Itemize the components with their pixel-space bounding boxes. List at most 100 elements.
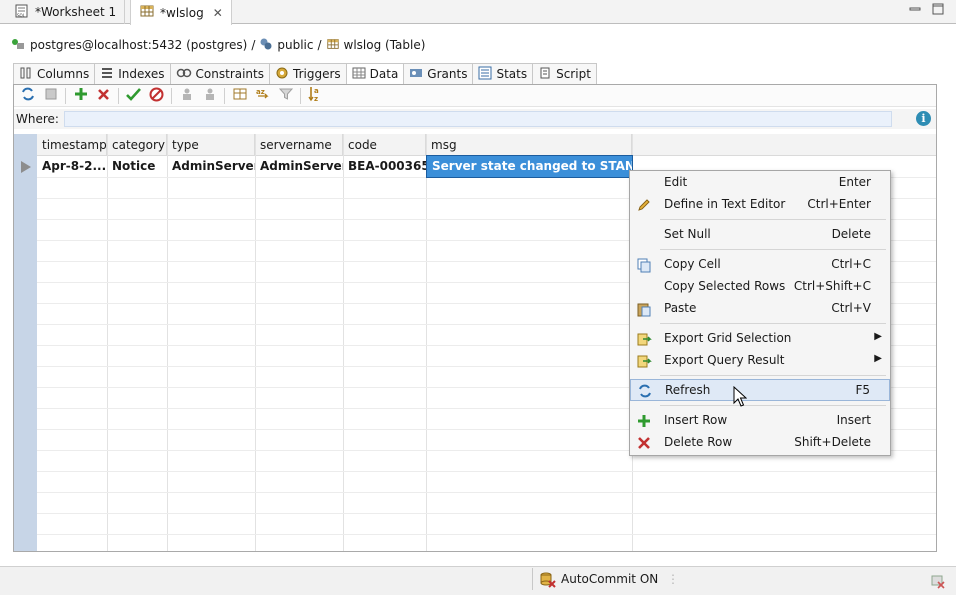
menu-item-delete-row[interactable]: Delete Row Shift+Delete bbox=[630, 432, 890, 454]
breadcrumb-connection[interactable]: postgres@localhost:5432 (postgres) bbox=[30, 38, 247, 52]
cancel-fetch-button[interactable] bbox=[39, 86, 62, 106]
column-header-timestamp[interactable]: timestamp bbox=[37, 134, 107, 156]
grants-icon bbox=[409, 66, 423, 83]
tab-worksheet[interactable]: SQL *Worksheet 1 bbox=[6, 0, 126, 24]
indexes-icon bbox=[100, 66, 114, 83]
menu-item-label: Edit bbox=[664, 175, 688, 189]
tab-data[interactable]: Data bbox=[346, 64, 405, 84]
plus-icon bbox=[74, 87, 88, 104]
sort-descending-button[interactable]: az bbox=[304, 86, 327, 106]
menu-item-copy-cell[interactable]: Copy Cell Ctrl+C bbox=[630, 254, 890, 276]
menu-item-label: Copy Cell bbox=[664, 257, 721, 271]
row-header-column bbox=[14, 134, 37, 551]
tab-label: Constraints bbox=[195, 67, 264, 81]
menu-separator bbox=[660, 249, 886, 250]
status-bar bbox=[0, 566, 956, 595]
breadcrumb-object[interactable]: wlslog (Table) bbox=[344, 38, 426, 52]
breadcrumb-separator: / bbox=[317, 38, 322, 52]
column-width-button[interactable] bbox=[228, 86, 251, 106]
menu-item-refresh[interactable]: Refresh F5 bbox=[630, 379, 890, 401]
tab-label: Grants bbox=[427, 67, 468, 81]
column-header-servername[interactable]: servername bbox=[255, 134, 343, 156]
unlock-button[interactable] bbox=[198, 86, 221, 106]
table-cell[interactable]: Notice bbox=[107, 156, 167, 177]
menu-item-label: Set Null bbox=[664, 227, 711, 241]
export-icon bbox=[636, 331, 652, 347]
table-cell[interactable]: AdminServer bbox=[167, 156, 255, 177]
filter-icon bbox=[278, 87, 293, 104]
column-header-code[interactable]: code bbox=[343, 134, 426, 156]
filter-button[interactable] bbox=[274, 86, 297, 106]
tab-label: Indexes bbox=[118, 67, 165, 81]
constraints-icon bbox=[176, 66, 192, 83]
plus-icon bbox=[636, 413, 652, 429]
checkmark-icon bbox=[126, 87, 141, 104]
column-header-type[interactable]: type bbox=[167, 134, 255, 156]
toolbar-separator bbox=[118, 87, 119, 104]
triggers-icon bbox=[275, 66, 289, 83]
rollback-button[interactable] bbox=[145, 86, 168, 106]
tab-constraints[interactable]: Constraints bbox=[170, 64, 270, 84]
table-cell[interactable]: Apr-8-2... bbox=[37, 156, 107, 177]
menu-item-shortcut: Ctrl+C bbox=[831, 257, 871, 271]
delete-x-icon bbox=[97, 88, 110, 104]
close-tab-icon[interactable]: ✕ bbox=[213, 6, 223, 20]
column-header-category[interactable]: category bbox=[107, 134, 167, 156]
menu-item-label: Delete Row bbox=[664, 435, 733, 449]
delete-row-button[interactable] bbox=[92, 86, 115, 106]
refresh-button[interactable] bbox=[16, 86, 39, 106]
menu-item-edit[interactable]: Edit Enter bbox=[630, 172, 890, 194]
refresh-icon bbox=[20, 86, 36, 105]
tab-columns[interactable]: Columns bbox=[14, 64, 96, 84]
insert-row-button[interactable] bbox=[69, 86, 92, 106]
where-input[interactable] bbox=[64, 111, 892, 127]
delete-x-icon bbox=[636, 435, 652, 451]
commit-button[interactable] bbox=[122, 86, 145, 106]
maximize-icon[interactable] bbox=[932, 3, 944, 15]
minimize-icon[interactable] bbox=[909, 3, 921, 15]
grid-line bbox=[167, 134, 168, 551]
tab-stats[interactable]: Stats bbox=[473, 64, 534, 84]
menu-item-shortcut: F5 bbox=[855, 383, 870, 397]
sort-button[interactable]: az bbox=[251, 86, 274, 106]
lock-button[interactable] bbox=[175, 86, 198, 106]
menu-item-insert-row[interactable]: Insert Row Insert bbox=[630, 410, 890, 432]
tab-grants[interactable]: Grants bbox=[404, 64, 474, 84]
sort-az-icon: az bbox=[255, 86, 271, 105]
menu-item-copy-selected-rows[interactable]: Copy Selected Rows Ctrl+Shift+C bbox=[630, 276, 890, 298]
autocommit-status[interactable]: AutoCommit ON bbox=[561, 572, 658, 586]
columns-icon bbox=[19, 66, 33, 83]
menu-item-label: Export Grid Selection bbox=[664, 331, 792, 345]
info-icon[interactable]: i bbox=[916, 111, 931, 126]
menu-item-set-null[interactable]: Set Null Delete bbox=[630, 224, 890, 246]
menu-item-shortcut: Ctrl+Enter bbox=[807, 197, 871, 211]
tab-label: Triggers bbox=[293, 67, 341, 81]
export-icon bbox=[636, 353, 652, 369]
tab-indexes[interactable]: Indexes bbox=[95, 64, 171, 84]
paste-icon bbox=[636, 301, 652, 317]
grid-line bbox=[343, 134, 344, 551]
column-header-msg[interactable]: msg bbox=[426, 134, 632, 156]
table-cell[interactable]: BEA-000365 bbox=[343, 156, 426, 177]
selected-cell[interactable]: Server state changed to STANDBY bbox=[426, 155, 633, 178]
tab-triggers[interactable]: Triggers bbox=[270, 64, 347, 84]
grid-line bbox=[426, 134, 427, 551]
menu-item-export-grid-selection[interactable]: Export Grid Selection ▶ bbox=[630, 328, 890, 350]
mouse-cursor-icon bbox=[733, 385, 748, 411]
menu-separator bbox=[660, 405, 886, 406]
menu-item-label: Paste bbox=[664, 301, 697, 315]
current-row-arrow-icon bbox=[19, 160, 33, 177]
table-cell[interactable]: AdminServer bbox=[255, 156, 343, 177]
tab-script[interactable]: Script bbox=[533, 64, 597, 84]
schema-icon bbox=[259, 37, 273, 54]
copy-icon bbox=[636, 257, 652, 273]
breadcrumb: postgres@localhost:5432 (postgres) / pub… bbox=[10, 36, 425, 54]
tab-label: Script bbox=[556, 67, 591, 81]
tab-wlslog[interactable]: *wlslog ✕ bbox=[130, 0, 232, 25]
breadcrumb-schema[interactable]: public bbox=[277, 38, 313, 52]
tab-label: Stats bbox=[496, 67, 528, 81]
connection-icon bbox=[10, 36, 26, 55]
menu-item-paste[interactable]: Paste Ctrl+V bbox=[630, 298, 890, 320]
menu-item-define-in-text-editor[interactable]: Define in Text Editor Ctrl+Enter bbox=[630, 194, 890, 216]
menu-item-export-query-result[interactable]: Export Query Result ▶ bbox=[630, 350, 890, 372]
